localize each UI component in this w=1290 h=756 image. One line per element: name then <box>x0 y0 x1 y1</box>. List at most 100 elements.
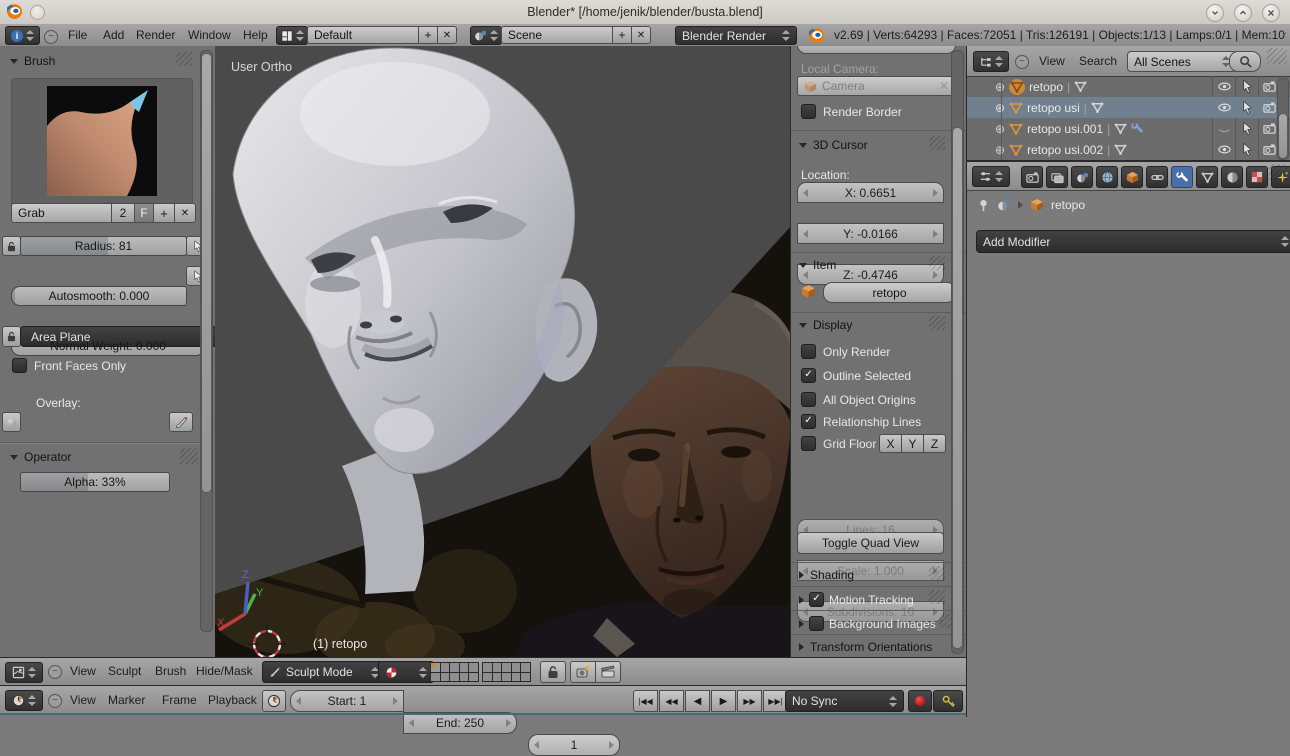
item-name-field[interactable]: retopo <box>823 282 956 303</box>
outliner-row[interactable]: ⊕ retopo usi.002 | <box>967 139 1290 160</box>
scene-context-icon[interactable] <box>997 198 1011 212</box>
brush-users-count[interactable]: 2 <box>111 203 135 223</box>
increment-arrow-icon[interactable] <box>393 697 398 705</box>
unlink-brush-button[interactable]: ✕ <box>174 203 196 223</box>
tab-modifiers-active[interactable] <box>1171 166 1193 188</box>
render-border-row[interactable]: Render Border <box>801 104 902 119</box>
shading-panel-header[interactable]: Shading <box>799 568 854 582</box>
layer-cell[interactable] <box>502 663 511 672</box>
motion-tracking-panel-header[interactable]: ✓ Motion Tracking <box>799 592 914 607</box>
item-panel-header[interactable]: Item <box>799 258 836 272</box>
editor-type-selector-info[interactable]: i <box>5 26 40 45</box>
layer-cell[interactable] <box>460 663 469 672</box>
renderability-camera-icon[interactable] <box>1263 143 1276 156</box>
mode-select[interactable]: Sculpt Mode <box>262 661 386 683</box>
visibility-eye-icon[interactable] <box>1218 80 1231 93</box>
display-panel-header[interactable]: Display <box>799 318 852 332</box>
only-render-checkbox[interactable] <box>801 344 816 359</box>
increment-arrow-icon[interactable] <box>933 230 938 238</box>
render-engine-select[interactable]: Blender Render <box>675 26 797 45</box>
close-button[interactable] <box>1262 4 1280 22</box>
view3d-menu-brush[interactable]: Brush <box>155 664 186 678</box>
only-render-row[interactable]: Only Render <box>801 344 890 359</box>
object-name[interactable]: retopo usi.002 <box>1027 143 1103 157</box>
all-object-origins-checkbox[interactable] <box>801 392 816 407</box>
visibility-eye-icon[interactable] <box>1218 101 1231 114</box>
unified-radius-toggle[interactable] <box>2 236 21 256</box>
local-camera-field[interactable]: Camera ✕ <box>797 76 956 96</box>
opengl-animation-button[interactable] <box>595 661 621 683</box>
add-brush-button[interactable]: + <box>153 203 175 223</box>
layer-cell[interactable] <box>441 663 450 672</box>
fake-user-button[interactable]: F <box>134 203 154 223</box>
layers-widget[interactable] <box>430 662 479 682</box>
view3d-menu-view[interactable]: View <box>70 664 96 678</box>
timeline-menu-view[interactable]: View <box>70 693 96 707</box>
layer-cell[interactable] <box>493 673 502 682</box>
layers-widget-2[interactable] <box>482 662 531 682</box>
add-modifier-select[interactable]: Add Modifier <box>976 230 1290 253</box>
object-name[interactable]: retopo usi.001 <box>1027 122 1103 136</box>
collapse-menus-icon[interactable]: − <box>1015 55 1029 69</box>
outliner-menu-search[interactable]: Search <box>1079 54 1117 68</box>
layer-cell[interactable] <box>441 673 450 682</box>
previous-keyframe-button[interactable]: ◀◀ <box>659 690 684 712</box>
layer-cell[interactable] <box>469 673 478 682</box>
scrollbar-thumb[interactable] <box>201 53 212 493</box>
tab-world[interactable] <box>1096 166 1118 188</box>
screen-layout-name[interactable]: Default <box>307 26 431 44</box>
scene-icon-button[interactable] <box>470 26 502 45</box>
grid-floor-checkbox[interactable] <box>801 436 816 451</box>
decrement-arrow-icon[interactable] <box>409 719 414 727</box>
brush-preview-image[interactable] <box>47 86 157 196</box>
increment-arrow-icon[interactable] <box>506 719 511 727</box>
grid-axis-x-button[interactable]: X <box>879 434 902 453</box>
layer-cell[interactable] <box>431 673 440 682</box>
delete-layout-button[interactable]: ✕ <box>437 26 457 44</box>
n-panel-scrollbar[interactable] <box>951 50 964 654</box>
decrement-arrow-icon[interactable] <box>534 741 539 749</box>
decrement-arrow-icon[interactable] <box>296 697 301 705</box>
collapse-menus-icon[interactable]: − <box>44 30 58 44</box>
panel-drag-corner[interactable] <box>929 136 945 150</box>
view3d-menu-hidemask[interactable]: Hide/Mask <box>196 664 253 678</box>
increment-arrow-icon[interactable] <box>933 608 938 616</box>
tab-render-layers[interactable] <box>1046 166 1068 188</box>
scene-name[interactable]: Scene <box>501 26 625 44</box>
renderability-camera-icon[interactable] <box>1263 101 1276 114</box>
grid-axis-z-button[interactable]: Z <box>923 434 946 453</box>
menu-file[interactable]: File <box>68 28 87 42</box>
breadcrumb-object-name[interactable]: retopo <box>1051 198 1085 212</box>
overlay-paint-toggle[interactable] <box>169 412 193 432</box>
tool-shelf-scrollbar[interactable] <box>200 50 213 632</box>
transform-orientations-panel-header[interactable]: Transform Orientations <box>799 640 932 654</box>
timeline-menu-frame[interactable]: Frame <box>162 693 197 707</box>
layer-cell[interactable] <box>460 673 469 682</box>
menu-help[interactable]: Help <box>243 28 268 42</box>
layer-cell[interactable] <box>450 663 459 672</box>
panel-drag-corner[interactable] <box>929 316 945 330</box>
tab-scene[interactable] <box>1071 166 1093 188</box>
selectability-cursor-icon[interactable] <box>1241 122 1254 135</box>
clipped-field-top[interactable] <box>797 46 956 54</box>
renderability-camera-icon[interactable] <box>1263 80 1276 93</box>
current-frame-field[interactable]: 1 <box>528 734 620 756</box>
cursor-y-field[interactable]: Y: -0.0166 <box>797 223 944 244</box>
layer-cell[interactable] <box>521 673 530 682</box>
autosmooth-slider[interactable]: Autosmooth: 0.000 <box>11 286 187 306</box>
visibility-eye-closed-icon[interactable] <box>1218 124 1231 137</box>
outliner-search-button[interactable] <box>1229 51 1261 72</box>
timeline-menu-playback[interactable]: Playback <box>208 693 257 707</box>
overlay-alpha-slider[interactable]: Alpha: 33% <box>20 472 170 492</box>
relationship-lines-row[interactable]: ✓ Relationship Lines <box>801 414 921 429</box>
all-object-origins-row[interactable]: All Object Origins <box>801 392 916 407</box>
background-images-panel-header[interactable]: Background Images <box>799 616 936 631</box>
outliner-row-selected[interactable]: ⊕ retopo usi | <box>967 97 1290 118</box>
increment-arrow-icon[interactable] <box>609 741 614 749</box>
frame-end-field[interactable]: End: 250 <box>403 712 517 734</box>
timeline-menu-marker[interactable]: Marker <box>108 693 145 707</box>
layer-cell[interactable] <box>483 663 492 672</box>
grid-floor-row[interactable]: Grid Floor <box>801 436 876 451</box>
tab-texture[interactable] <box>1246 166 1268 188</box>
motion-tracking-checkbox[interactable]: ✓ <box>809 592 824 607</box>
